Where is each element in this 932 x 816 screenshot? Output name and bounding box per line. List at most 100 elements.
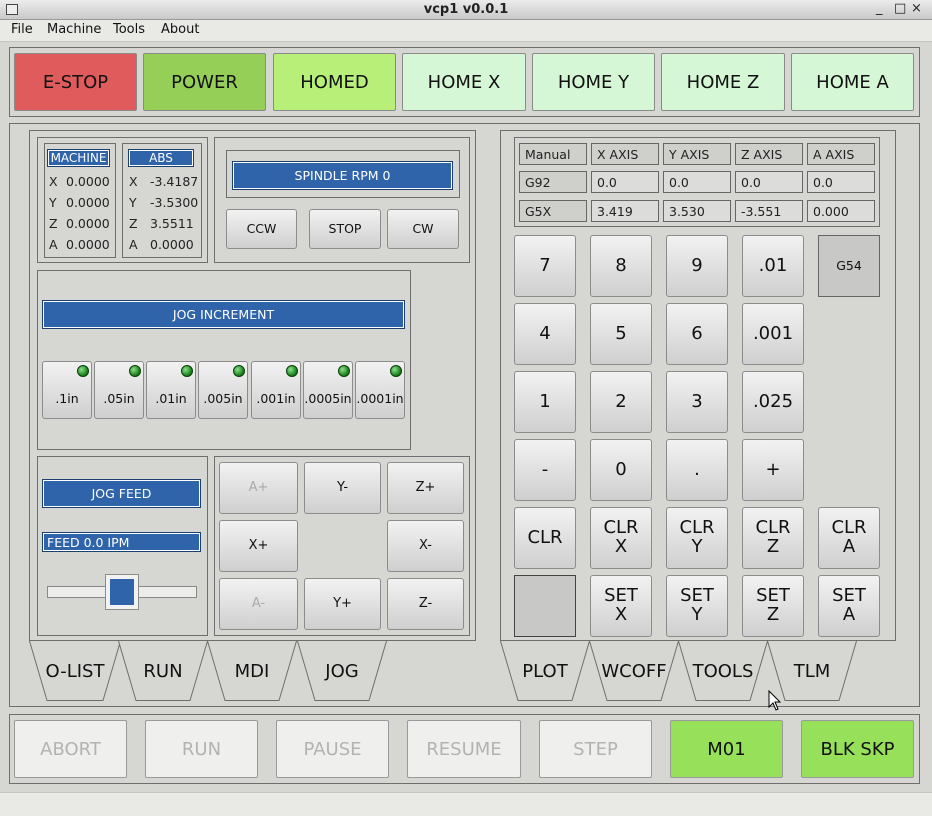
jog-x-plus-button[interactable]: X+ xyxy=(219,520,298,572)
keypad-6-button[interactable]: 6 xyxy=(666,303,728,365)
offsets-cell[interactable]: 0.0 xyxy=(663,171,731,193)
spindle-rpm-label: SPINDLE RPM 0 xyxy=(232,161,453,190)
jog-feed-slider-handle[interactable] xyxy=(105,574,139,610)
keypad-plus-button[interactable]: + xyxy=(742,439,804,501)
jog-y-plus-button[interactable]: Y+ xyxy=(304,578,381,630)
set-z-button[interactable]: SET Z xyxy=(742,575,804,637)
clr-a-button[interactable]: CLR A xyxy=(818,507,880,569)
offsets-header-y: Y AXIS xyxy=(663,143,731,165)
set-y-button[interactable]: SET Y xyxy=(666,575,728,637)
homed-button[interactable]: HOMED xyxy=(273,53,396,111)
spindle-stop-button[interactable]: STOP xyxy=(309,209,381,249)
increment-001in[interactable]: .01in xyxy=(146,361,196,419)
offsets-cell[interactable]: 0.000 xyxy=(807,200,875,222)
keypad-5-button[interactable]: 5 xyxy=(590,303,652,365)
m01-button[interactable]: M01 xyxy=(670,720,783,778)
status-bar xyxy=(0,792,932,816)
tab-run[interactable]: RUN xyxy=(118,641,208,701)
close-button[interactable]: × xyxy=(911,1,922,16)
set-x-button[interactable]: SET X xyxy=(590,575,652,637)
machine-value-a: 0.0000 xyxy=(66,237,110,252)
resume-button[interactable]: RESUME xyxy=(407,720,521,778)
keypad-8-button[interactable]: 8 xyxy=(590,235,652,297)
keypad-0-button[interactable]: 0 xyxy=(590,439,652,501)
increment-0001in[interactable]: .001in xyxy=(251,361,301,419)
menu-tools[interactable]: Tools xyxy=(113,22,145,37)
offsets-cell[interactable]: 3.530 xyxy=(663,200,731,222)
keypad-4-button[interactable]: 4 xyxy=(514,303,576,365)
pause-button[interactable]: PAUSE xyxy=(276,720,389,778)
home-x-button[interactable]: HOME X xyxy=(402,53,526,111)
menu-machine[interactable]: Machine xyxy=(47,22,101,37)
button-line: Z xyxy=(766,604,780,625)
button-line: A xyxy=(842,604,856,625)
menu-file[interactable]: File xyxy=(11,22,33,37)
home-a-button[interactable]: HOME A xyxy=(791,53,914,111)
increment-label: .001in xyxy=(256,391,296,407)
jog-a-minus-button[interactable]: A- xyxy=(219,578,298,630)
keypad-1-button[interactable]: 1 xyxy=(514,371,576,433)
tab-jog[interactable]: JOG xyxy=(297,641,387,701)
clr-z-button[interactable]: CLR Z xyxy=(742,507,804,569)
keypad-001-button[interactable]: .001 xyxy=(742,303,804,365)
offsets-cell[interactable]: 3.419 xyxy=(591,200,659,222)
clr-y-button[interactable]: CLR Y xyxy=(666,507,728,569)
tab-o-list[interactable]: O-LIST xyxy=(29,641,121,701)
button-line: Z xyxy=(766,536,780,557)
keypad-decimal-button[interactable]: . xyxy=(666,439,728,501)
offsets-cell[interactable]: -3.551 xyxy=(735,200,803,222)
keypad-2-button[interactable]: 2 xyxy=(590,371,652,433)
tab-plot[interactable]: PLOT xyxy=(500,641,590,701)
set-a-button[interactable]: SET A xyxy=(818,575,880,637)
offsets-cell[interactable]: 0.0 xyxy=(735,171,803,193)
jog-a-plus-button[interactable]: A+ xyxy=(219,462,298,514)
spindle-cw-button[interactable]: CW xyxy=(387,209,459,249)
keypad-9-button[interactable]: 9 xyxy=(666,235,728,297)
menu-about[interactable]: About xyxy=(161,22,199,37)
keypad-7-button[interactable]: 7 xyxy=(514,235,576,297)
increment-00005in[interactable]: .0005in xyxy=(303,361,353,419)
keypad-01-button[interactable]: .01 xyxy=(742,235,804,297)
minimize-button[interactable]: _ xyxy=(876,1,883,16)
machine-axis-x: X xyxy=(49,174,58,189)
offsets-cell[interactable]: 0.0 xyxy=(591,171,659,193)
clr-button[interactable]: CLR xyxy=(514,507,576,569)
home-y-button[interactable]: HOME Y xyxy=(532,53,655,111)
estop-button[interactable]: E-STOP xyxy=(14,53,137,111)
button-line: Y xyxy=(691,604,703,625)
g54-button[interactable]: G54 xyxy=(818,235,880,297)
increment-led xyxy=(181,365,193,377)
keypad-minus-button[interactable]: - xyxy=(514,439,576,501)
increment-005in[interactable]: .05in xyxy=(94,361,144,419)
tab-mdi[interactable]: MDI xyxy=(207,641,297,701)
increment-led xyxy=(338,365,350,377)
jog-y-minus-button[interactable]: Y- xyxy=(304,462,381,514)
jog-z-plus-button[interactable]: Z+ xyxy=(387,462,464,514)
tab-wcoff[interactable]: WCOFF xyxy=(589,641,679,701)
increment-label: .0001in xyxy=(356,391,404,407)
offsets-cell[interactable]: 0.0 xyxy=(807,171,875,193)
tab-label: JOG xyxy=(325,661,359,682)
tab-tools[interactable]: TOOLS xyxy=(678,641,768,701)
spindle-ccw-button[interactable]: CCW xyxy=(226,209,297,249)
clr-x-button[interactable]: CLR X xyxy=(590,507,652,569)
jog-x-minus-button[interactable]: X- xyxy=(387,520,464,572)
keypad-025-button[interactable]: .025 xyxy=(742,371,804,433)
jog-z-minus-button[interactable]: Z- xyxy=(387,578,464,630)
offsets-header-x: X AXIS xyxy=(591,143,659,165)
keypad-3-button[interactable]: 3 xyxy=(666,371,728,433)
power-button[interactable]: POWER xyxy=(143,53,266,111)
abs-value-z: 3.5511 xyxy=(150,216,194,231)
home-z-button[interactable]: HOME Z xyxy=(661,53,785,111)
run-button[interactable]: RUN xyxy=(145,720,258,778)
maximize-button[interactable]: □ xyxy=(894,1,906,16)
increment-0005in[interactable]: .005in xyxy=(198,361,248,419)
machine-axis-a: A xyxy=(49,237,58,252)
step-button[interactable]: STEP xyxy=(539,720,652,778)
abort-button[interactable]: ABORT xyxy=(14,720,127,778)
increment-01in[interactable]: .1in xyxy=(42,361,92,419)
increment-00001in[interactable]: .0001in xyxy=(355,361,405,419)
blank-button[interactable] xyxy=(514,575,576,637)
button-line: X xyxy=(614,536,628,557)
block-skip-button[interactable]: BLK SKP xyxy=(801,720,914,778)
